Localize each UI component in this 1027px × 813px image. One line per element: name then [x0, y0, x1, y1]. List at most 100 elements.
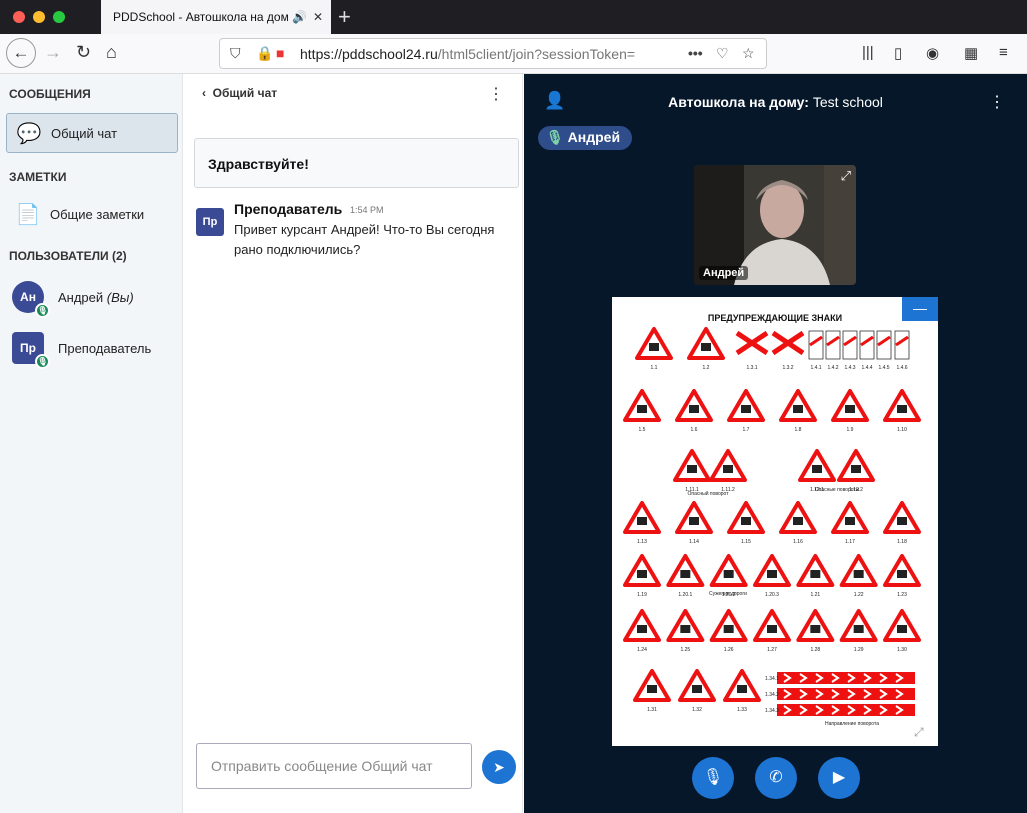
message-author: Преподаватель: [234, 201, 343, 217]
browser-toolbar: ← → ↻ ⌂ ⛉ 🔒 ■ https://pddschool24.ru/htm…: [0, 34, 1027, 74]
message-time: 1:54 PM: [350, 205, 384, 215]
sign-1.34.2: 1.34.2: [765, 688, 915, 700]
bookmark-star-icon[interactable]: ☆: [742, 45, 755, 62]
message-text: Привет курсант Андрей! Что-то Вы сегодня…: [234, 222, 495, 257]
welcome-message: Здравствуйте!: [194, 138, 519, 188]
sign-label: 1.4.1: [810, 365, 821, 371]
sign-1.6: 1.6: [675, 389, 713, 433]
chevron-left-icon[interactable]: ‹: [202, 86, 206, 100]
address-bar[interactable]: ⛉ 🔒 ■ https://pddschool24.ru/html5client…: [219, 38, 767, 69]
avatar: Пр 🎙: [12, 332, 50, 369]
sign-1.34.1: 1.34.1: [765, 672, 915, 684]
avatar: Пр: [196, 208, 224, 236]
sign-1.4.4: 1.4.4: [859, 330, 875, 371]
page-actions-icon[interactable]: •••: [688, 45, 703, 61]
sign-1.31: 1.31: [633, 669, 671, 713]
users-heading: ПОЛЬЗОВАТЕЛИ (2): [9, 249, 127, 263]
messages-heading: СООБЩЕНИЯ: [9, 87, 91, 101]
fullscreen-icon[interactable]: ⤢: [914, 725, 924, 740]
sign-1.8: 1.8: [779, 389, 817, 433]
sign-label: 1.34.1: [765, 676, 779, 682]
close-window-button[interactable]: [13, 11, 25, 23]
reload-button[interactable]: ↻: [76, 42, 91, 63]
sign-label: 1.20.3: [765, 592, 779, 598]
user-item-teacher[interactable]: Пр 🎙 Преподаватель: [6, 326, 178, 370]
public-chat-item[interactable]: 💬 Общий чат: [6, 113, 178, 153]
sign-label: 1.3.2: [782, 365, 793, 371]
sign-label: 1.20.1: [678, 592, 692, 598]
back-button[interactable]: ←: [6, 38, 36, 68]
menu-icon[interactable]: ≡: [999, 44, 1008, 61]
sign-1.20.3: 1.20.3: [753, 554, 791, 598]
sign-1.3.1: 1.3.1: [735, 330, 769, 371]
presentation-slide: ПРЕДУПРЕЖДАЮЩИЕ ЗНАКИ — 1.1 1.2 1.3.1 1.3.2…: [612, 297, 938, 746]
extensions-icon[interactable]: ▦: [964, 44, 978, 62]
notes-heading: ЗАМЕТКИ: [9, 170, 67, 184]
close-tab-icon[interactable]: ✕: [313, 10, 323, 24]
sign-1.2: 1.2: [687, 327, 725, 371]
sign-1.5: 1.5: [623, 389, 661, 433]
phone-button[interactable]: ✆: [755, 757, 797, 799]
chat-options-icon[interactable]: ⋮: [488, 84, 504, 104]
lock-icon[interactable]: 🔒: [256, 45, 273, 62]
sign-label: 1.19: [637, 592, 647, 598]
sidebar-icon[interactable]: ▯: [894, 44, 902, 62]
user-name: Андрей (Вы): [58, 289, 134, 305]
minimize-window-button[interactable]: [33, 11, 45, 23]
maximize-window-button[interactable]: [53, 11, 65, 23]
sign-1.24: 1.24: [623, 609, 661, 653]
sign-1.23: 1.23: [883, 554, 921, 598]
sign-1.19: 1.19: [623, 554, 661, 598]
sign-label: 1.17: [845, 539, 855, 545]
options-icon[interactable]: ⋮: [989, 92, 1005, 112]
sign-label: 1.5: [639, 427, 646, 433]
sign-label: 1.4.4: [861, 365, 872, 371]
sign-label: 1.22: [854, 592, 864, 598]
forward-button[interactable]: →: [44, 42, 62, 63]
sign-label: 1.28: [810, 647, 820, 653]
camera-button[interactable]: ▶: [818, 757, 860, 799]
chat-input[interactable]: Отправить сообщение Общий чат: [196, 743, 472, 789]
speaker-icon[interactable]: 🔊: [292, 10, 307, 24]
sign-1.20.1: 1.20.1: [666, 554, 705, 598]
user-item-andrey[interactable]: Ан 🎙 Андрей (Вы): [6, 275, 178, 319]
pocket-icon[interactable]: ♡: [716, 45, 729, 62]
new-tab-button[interactable]: +: [338, 4, 351, 30]
account-icon[interactable]: ◉: [926, 44, 939, 62]
sign-1.4.5: 1.4.5: [876, 330, 892, 371]
sign-label: 1.30: [897, 647, 907, 653]
webcam-video[interactable]: ⤢ Андрей: [694, 165, 856, 285]
talking-indicator: 🎙 Андрей: [538, 126, 633, 150]
sign-1.4.6: 1.4.6: [894, 330, 910, 371]
expand-icon[interactable]: ⤢: [841, 168, 851, 184]
sign-label: 1.2: [703, 365, 710, 371]
chat-header[interactable]: ‹ Общий чат: [202, 86, 277, 100]
user-name: Преподаватель: [58, 340, 152, 356]
camera-icon[interactable]: ■: [276, 45, 284, 61]
shared-notes-label: Общие заметки: [50, 206, 145, 222]
sign-label: 1.9: [847, 427, 854, 433]
send-button[interactable]: ➤: [482, 750, 516, 784]
tab-title: PDDSchool - Автошкола на дом: [113, 10, 288, 24]
browser-tab[interactable]: PDDSchool - Автошкола на дом 🔊 ✕: [101, 0, 331, 34]
sign-1.3.2: 1.3.2: [771, 330, 805, 371]
sign-label: 1.32: [692, 707, 702, 713]
sign-label: 1.16: [793, 539, 803, 545]
sign-label: 1.15: [741, 539, 751, 545]
sign-1.7: 1.7: [727, 389, 765, 433]
sign-1.21: 1.21: [796, 554, 835, 598]
sign-label: 1.23: [897, 592, 907, 598]
sign-label: 1.4.6: [896, 365, 907, 371]
shield-icon[interactable]: ⛉: [230, 45, 241, 62]
sign-label: 1.4.2: [827, 365, 838, 371]
sign-1.18: 1.18: [883, 501, 921, 545]
sign-1.11.2: 1.11.2: [709, 449, 747, 493]
shared-notes-item[interactable]: 📄 Общие заметки: [6, 194, 178, 234]
user-list-sidebar: СООБЩЕНИЯ 💬 Общий чат ЗАМЕТКИ 📄 Общие за…: [0, 74, 183, 813]
sign-1.32: 1.32: [678, 669, 716, 713]
sign-1.33: 1.33: [723, 669, 761, 713]
microphone-button[interactable]: 🎙: [692, 757, 734, 799]
home-button[interactable]: ⌂: [106, 42, 117, 63]
microphone-icon: 🎙: [35, 303, 50, 318]
library-icon[interactable]: |||: [862, 44, 874, 61]
